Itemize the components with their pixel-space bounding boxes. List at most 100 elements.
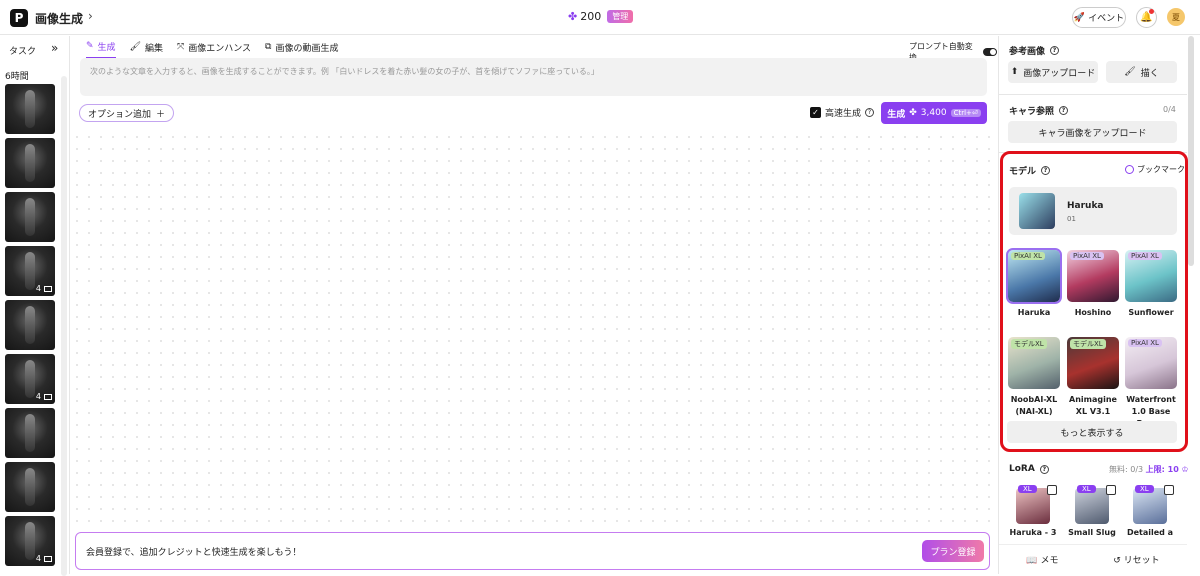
model-label: Animagine XL V3.1 <box>1069 395 1117 416</box>
lora-thumbnail: XL <box>1133 485 1174 524</box>
settings-panel: 参考画像 ? ⬆ 画像アップロード 🖌 描く キャラ参照 ? 0/4 キャラ画像… <box>998 36 1200 574</box>
model-option-hoshino[interactable]: PixAI XL Hoshino <box>1067 250 1119 319</box>
model-label: Sunflower <box>1128 308 1174 317</box>
model-tag: PixAI XL <box>1128 252 1162 260</box>
generate-button[interactable]: 生成 ✤ 3,400 Ctrl+⏎ <box>881 102 987 124</box>
task-thumbnail[interactable] <box>5 408 55 458</box>
reset-label: リセット <box>1123 556 1160 566</box>
task-thumbnail[interactable] <box>5 138 55 188</box>
notification-button[interactable]: 🔔 <box>1136 7 1157 28</box>
draw-label: 描く <box>1140 68 1159 79</box>
task-thumbnail[interactable] <box>5 84 55 134</box>
generate-cost: 3,400 <box>920 108 947 118</box>
task-thumbnail[interactable] <box>5 300 55 350</box>
image-count-badge: 4 <box>35 284 41 293</box>
task-scrollbar[interactable] <box>61 76 67 576</box>
model-title: モデル ? <box>1009 164 1051 177</box>
model-thumbnail: PixAI XL <box>1125 337 1177 389</box>
model-thumbnail <box>1019 193 1055 229</box>
event-button[interactable]: 🚀 イベント <box>1072 7 1126 28</box>
lora-checkbox[interactable] <box>1164 485 1174 495</box>
info-icon[interactable]: ? <box>1039 464 1049 474</box>
pencil-icon: ✎ <box>86 41 94 51</box>
lora-tag: XL <box>1135 485 1154 493</box>
lora-tag: XL <box>1077 485 1096 493</box>
info-icon[interactable]: ? <box>1059 106 1069 115</box>
lora-usage: 無料: 0/3 上限: 10 ♔ <box>1109 464 1189 475</box>
stack-icon <box>44 556 52 562</box>
avatar[interactable]: 夏 <box>1167 8 1185 26</box>
model-option-haruka[interactable]: PixAI XL Haruka <box>1006 248 1062 319</box>
tab-edit[interactable]: 🖌 編集 <box>130 39 163 59</box>
character-upload-button[interactable]: キャラ画像をアップロード <box>1008 121 1177 143</box>
model-tag: PixAI XL <box>1070 252 1104 260</box>
main-area: ✎ 生成 🖌 編集 ⤧ 画像エンハンス ⧉ 画像の動画生成 プロンプト自動変換 … <box>71 36 997 574</box>
bookmark-icon <box>1125 165 1134 174</box>
chevron-right-icon[interactable]: › <box>88 9 93 23</box>
info-icon[interactable]: ? <box>865 108 875 117</box>
reference-image-title: 参考画像 ? <box>1009 44 1060 57</box>
selected-model-name: Haruka <box>1067 201 1104 211</box>
model-tag: モデルXL <box>1070 339 1106 349</box>
tab-generate[interactable]: ✎ 生成 <box>86 39 116 59</box>
lora-item[interactable]: XL Small Slug <box>1068 485 1116 537</box>
show-more-models-button[interactable]: もっと表示する <box>1007 421 1177 443</box>
section-title-text: LoRA <box>1009 464 1035 474</box>
lora-limit: 上限: 10 <box>1145 465 1179 474</box>
model-thumbnail: モデルXL <box>1008 337 1060 389</box>
top-bar: P 画像生成 › ✤ 200 管理 🚀 イベント 🔔 夏 <box>0 0 1200 35</box>
selected-model-card[interactable]: Haruka 01 <box>1009 187 1177 235</box>
collapse-icon[interactable]: » <box>51 41 58 55</box>
tab-label: 生成 <box>97 42 116 53</box>
auto-convert-toggle[interactable] <box>983 48 997 56</box>
generate-label: 生成 <box>887 109 906 120</box>
plus-icon: ＋ <box>156 109 166 120</box>
model-option-sunflower[interactable]: PixAI XL Sunflower <box>1125 250 1177 319</box>
credit-balance[interactable]: ✤ 200 管理 <box>568 10 634 23</box>
lora-thumbnail: XL <box>1016 485 1057 524</box>
divider <box>999 152 1187 153</box>
task-thumbnail[interactable]: 4 <box>5 354 55 404</box>
settings-scrollbar[interactable] <box>1188 36 1194 266</box>
tab-enhance[interactable]: ⤧ 画像エンハンス <box>177 39 251 59</box>
info-icon[interactable]: ? <box>1050 46 1060 55</box>
stack-icon <box>44 394 52 400</box>
tab-video[interactable]: ⧉ 画像の動画生成 <box>265 39 338 59</box>
lora-free-count: 無料: 0/3 <box>1109 465 1144 474</box>
shortcut-hint: Ctrl+⏎ <box>950 109 981 117</box>
lora-checkbox[interactable] <box>1047 485 1057 495</box>
divider <box>999 94 1187 95</box>
task-thumbnail[interactable] <box>5 462 55 512</box>
bookmark-button[interactable]: ブックマーク <box>1125 164 1185 175</box>
memo-button[interactable]: 📖 メモ <box>1026 553 1058 566</box>
lora-label: Haruka - 3 <box>1009 528 1057 537</box>
task-thumbnail[interactable] <box>5 192 55 242</box>
image-upload-button[interactable]: ⬆ 画像アップロード <box>1008 61 1098 83</box>
admin-badge[interactable]: 管理 <box>607 10 634 23</box>
model-option-animagine[interactable]: モデルXL Animagine XL V3.1 <box>1067 337 1119 418</box>
model-tag: PixAI XL <box>1128 339 1162 347</box>
reset-button[interactable]: ↺ リセット <box>1113 553 1159 566</box>
book-icon: 📖 <box>1026 556 1038 566</box>
fast-gen-checkbox[interactable]: ✓ <box>810 107 821 118</box>
model-option-noobai[interactable]: モデルXL NoobAI-XL (NAI-XL) <box>1008 337 1060 418</box>
fast-generation-setting: ✓ 高速生成 ? <box>810 106 875 119</box>
lora-item[interactable]: XL Haruka - 3 <box>1009 485 1057 537</box>
task-thumbnail[interactable]: 4 <box>5 516 55 566</box>
model-option-waterfront[interactable]: PixAI XL Waterfront 1.0 Base Prev... <box>1125 337 1177 430</box>
app-logo[interactable]: P <box>10 9 28 27</box>
event-button-label: イベント <box>1088 14 1125 24</box>
credit-amount: 200 <box>580 10 602 23</box>
bookmark-label: ブックマーク <box>1137 165 1185 174</box>
lora-checkbox[interactable] <box>1106 485 1116 495</box>
plan-register-button[interactable]: プラン登録 <box>922 540 984 562</box>
info-icon[interactable]: ? <box>1041 166 1051 175</box>
lora-item[interactable]: XL Detailed a <box>1126 485 1174 537</box>
add-option-button[interactable]: オプション追加 ＋ <box>79 104 175 122</box>
draw-button[interactable]: 🖌 描く <box>1106 61 1177 83</box>
model-tag: PixAI XL <box>1011 252 1045 260</box>
member-banner-text: 会員登録で、追加クレジットと快速生成を楽しもう！ <box>86 547 302 558</box>
image-count-badge: 4 <box>35 392 41 401</box>
task-thumbnail[interactable]: 4 <box>5 246 55 296</box>
prompt-input[interactable]: 次のような文章を入力すると、画像を生成することができます。例 「白いドレスを着た… <box>80 58 987 96</box>
